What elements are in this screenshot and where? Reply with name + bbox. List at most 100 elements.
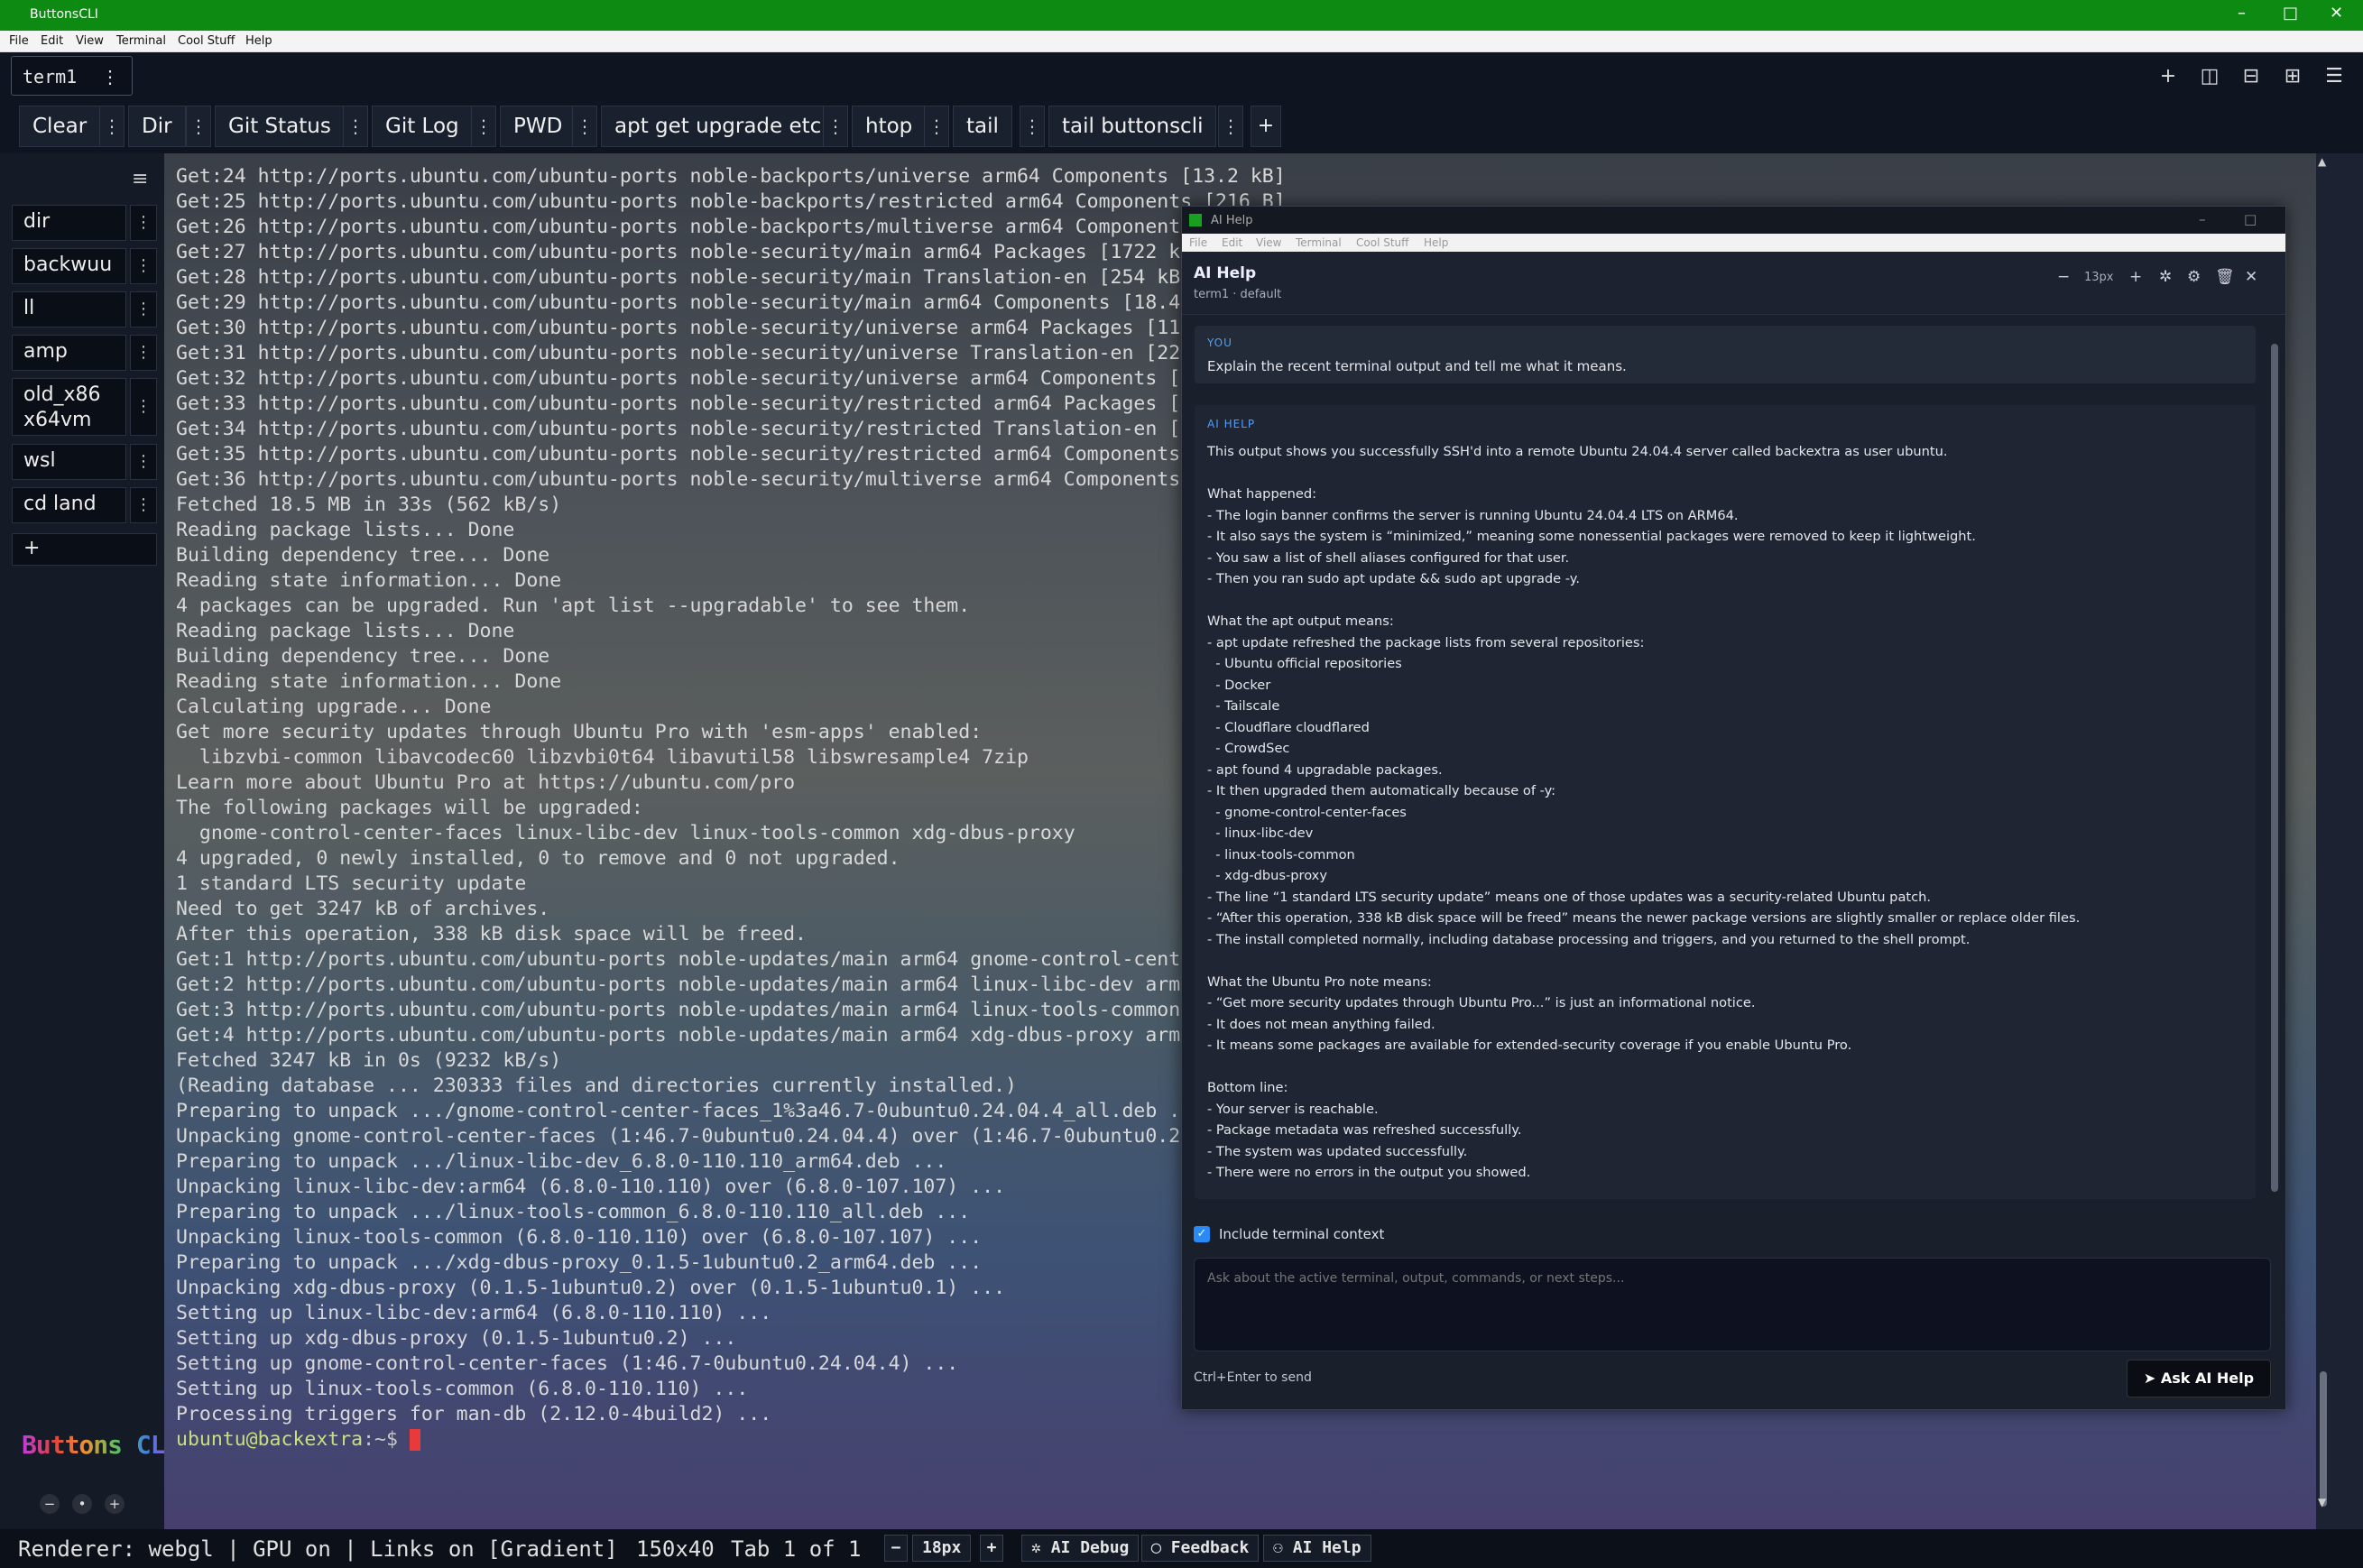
ai-menu-help[interactable]: Help (1424, 236, 1448, 249)
sidebar-item-ll[interactable]: ll (12, 291, 126, 327)
ai-menu-terminal[interactable]: Terminal (1296, 236, 1342, 249)
git-log-button[interactable]: Git Log (372, 106, 473, 147)
pwd-menu-icon[interactable]: ⋮ (572, 106, 597, 147)
tab-label: term1 (23, 66, 78, 88)
sidebar-wsl-menu-icon[interactable]: ⋮ (130, 444, 157, 480)
dir-menu-icon[interactable]: ⋮ (186, 106, 211, 147)
debug-icon[interactable]: ✲ (2159, 268, 2172, 286)
ai-menu-edit[interactable]: Edit (1222, 236, 1242, 249)
ai-scrollbar[interactable] (2270, 326, 2279, 1205)
close-icon[interactable]: ✕ (2330, 4, 2343, 23)
ai-maximize-icon[interactable]: □ (2244, 211, 2257, 227)
tail-button[interactable]: tail (953, 106, 1012, 147)
terminal-scrollbar[interactable]: ▲ ▼ (2316, 153, 2363, 1529)
ai-menu-cool-stuff[interactable]: Cool Stuff (1356, 236, 1408, 249)
menu-help[interactable]: Help (245, 34, 272, 48)
ai-menu-view[interactable]: View (1256, 236, 1281, 249)
trash-icon[interactable]: 🗑 (2215, 268, 2235, 286)
tab-menu-icon[interactable]: ⋮ (101, 66, 119, 88)
htop-button[interactable]: htop (852, 106, 927, 147)
sidebar-item-cd-land[interactable]: cd land (12, 487, 126, 523)
sidebar-backwuu-menu-icon[interactable]: ⋮ (130, 248, 157, 284)
tab-term1[interactable]: term1 ⋮ (11, 56, 133, 96)
clear-menu-icon[interactable]: ⋮ (99, 106, 125, 147)
maximize-icon[interactable]: □ (2283, 4, 2298, 23)
tail-buttonscli-button[interactable]: tail buttonscli (1048, 106, 1217, 147)
settings-icon[interactable]: ⚙ (2187, 268, 2201, 286)
sidebar-item-old-x86[interactable]: old_x86 x64vm (12, 378, 126, 436)
ai-minimize-icon[interactable]: – (2199, 211, 2206, 227)
font-decrease-icon[interactable]: − (2057, 268, 2070, 286)
ai-question-input[interactable] (1194, 1258, 2271, 1351)
terminal-line: After this operation, 338 kB disk space … (176, 923, 807, 945)
terminal-line: Get:34 http://ports.ubuntu.com/ubuntu-po… (176, 418, 1262, 440)
dir-button[interactable]: Dir (128, 106, 186, 147)
git-status-menu-icon[interactable]: ⋮ (343, 106, 368, 147)
zoom-out-icon[interactable]: − (40, 1494, 60, 1514)
checkbox-checked-icon[interactable]: ✓ (1194, 1226, 1210, 1242)
terminal-line: Get:33 http://ports.ubuntu.com/ubuntu-po… (176, 392, 1274, 415)
ai-answer-line: - Package metadata was refreshed success… (1207, 1122, 1522, 1138)
menu-edit[interactable]: Edit (41, 34, 63, 48)
git-log-menu-icon[interactable]: ⋮ (471, 106, 496, 147)
font-increase-icon[interactable]: + (2129, 268, 2142, 286)
sidebar-amp-menu-icon[interactable]: ⋮ (130, 335, 157, 371)
apt-upgrade-menu-icon[interactable]: ⋮ (823, 106, 848, 147)
ai-subtitle: term1 · default (1194, 288, 1282, 301)
ai-debug-label: AI Debug (1050, 1538, 1130, 1557)
sidebar-add-button[interactable]: + (12, 533, 157, 566)
tail-menu-icon[interactable]: ⋮ (1020, 106, 1045, 147)
ai-help-button[interactable]: ⚇ AI Help (1263, 1535, 1371, 1562)
git-status-button[interactable]: Git Status (215, 106, 345, 147)
terminal-line: Get more security updates through Ubuntu… (176, 721, 983, 743)
sidebar-item-wsl[interactable]: wsl (12, 444, 126, 480)
menu-view[interactable]: View (76, 34, 104, 48)
hamburger-icon[interactable]: ≡ (132, 168, 148, 190)
sidebar-dir-menu-icon[interactable]: ⋮ (130, 205, 157, 241)
feedback-button[interactable]: ◯ Feedback (1141, 1535, 1260, 1562)
scrollbar-thumb[interactable] (2320, 1371, 2327, 1507)
scroll-up-icon[interactable]: ▲ (2318, 155, 2326, 168)
scroll-down-icon[interactable]: ▼ (2318, 1496, 2326, 1508)
terminal-line: Get:26 http://ports.ubuntu.com/ubuntu-po… (176, 216, 1286, 238)
ai-answer-line: - gnome-control-center-faces (1207, 804, 1407, 820)
ask-ai-help-button[interactable]: ➤ Ask AI Help (2127, 1360, 2271, 1397)
split-vertical-icon[interactable]: ◫ (2194, 61, 2225, 92)
terminal-line: Preparing to unpack .../gnome-control-ce… (176, 1100, 1205, 1122)
sidebar-cd-land-menu-icon[interactable]: ⋮ (130, 487, 157, 523)
zoom-reset-icon[interactable]: • (72, 1494, 92, 1514)
ai-scrollbar-thumb[interactable] (2271, 344, 2278, 1192)
new-tab-icon[interactable]: + (2153, 61, 2183, 92)
font-larger-button[interactable]: + (980, 1535, 1003, 1562)
htop-menu-icon[interactable]: ⋮ (924, 106, 949, 147)
ai-debug-button[interactable]: ✲ AI Debug (1021, 1535, 1140, 1562)
font-smaller-button[interactable]: − (884, 1535, 908, 1562)
minimize-icon[interactable]: – (2238, 4, 2246, 23)
apt-upgrade-button[interactable]: apt get upgrade etc (601, 106, 835, 147)
pwd-button[interactable]: PWD (500, 106, 577, 147)
sidebar-old-x86-menu-icon[interactable]: ⋮ (130, 378, 157, 436)
menu-file[interactable]: File (9, 34, 29, 48)
sidebar-ll-menu-icon[interactable]: ⋮ (130, 291, 157, 327)
close-panel-icon[interactable]: ✕ (2245, 268, 2257, 286)
ai-answer-line: - Docker (1207, 677, 1271, 693)
sidebar-item-backwuu[interactable]: backwuu (12, 248, 126, 284)
menu-cool-stuff[interactable]: Cool Stuff (178, 34, 235, 48)
app-icon (1189, 214, 1202, 226)
ai-menu-file[interactable]: File (1189, 236, 1207, 249)
tail-buttonscli-menu-icon[interactable]: ⋮ (1218, 106, 1243, 147)
ai-answer-line: - Tailscale (1207, 698, 1280, 714)
menu-terminal[interactable]: Terminal (116, 34, 166, 48)
grid-layout-icon[interactable]: ⊞ (2277, 61, 2308, 92)
ai-answer-line: - “Get more security updates through Ubu… (1207, 995, 1756, 1010)
terminal-line: Preparing to unpack .../linux-tools-comm… (176, 1201, 971, 1223)
add-button-icon[interactable]: + (1251, 106, 1281, 147)
panel-layout-icon[interactable]: ☰ (2319, 61, 2349, 92)
split-horizontal-icon[interactable]: ⊟ (2236, 61, 2266, 92)
ai-answer-line: - The install completed normally, includ… (1207, 931, 1971, 947)
ai-answer-line: - Ubuntu official repositories (1207, 656, 1402, 671)
zoom-in-icon[interactable]: + (105, 1494, 125, 1514)
clear-button[interactable]: Clear (19, 106, 101, 147)
sidebar-item-amp[interactable]: amp (12, 335, 126, 371)
sidebar-item-dir[interactable]: dir (12, 205, 126, 241)
